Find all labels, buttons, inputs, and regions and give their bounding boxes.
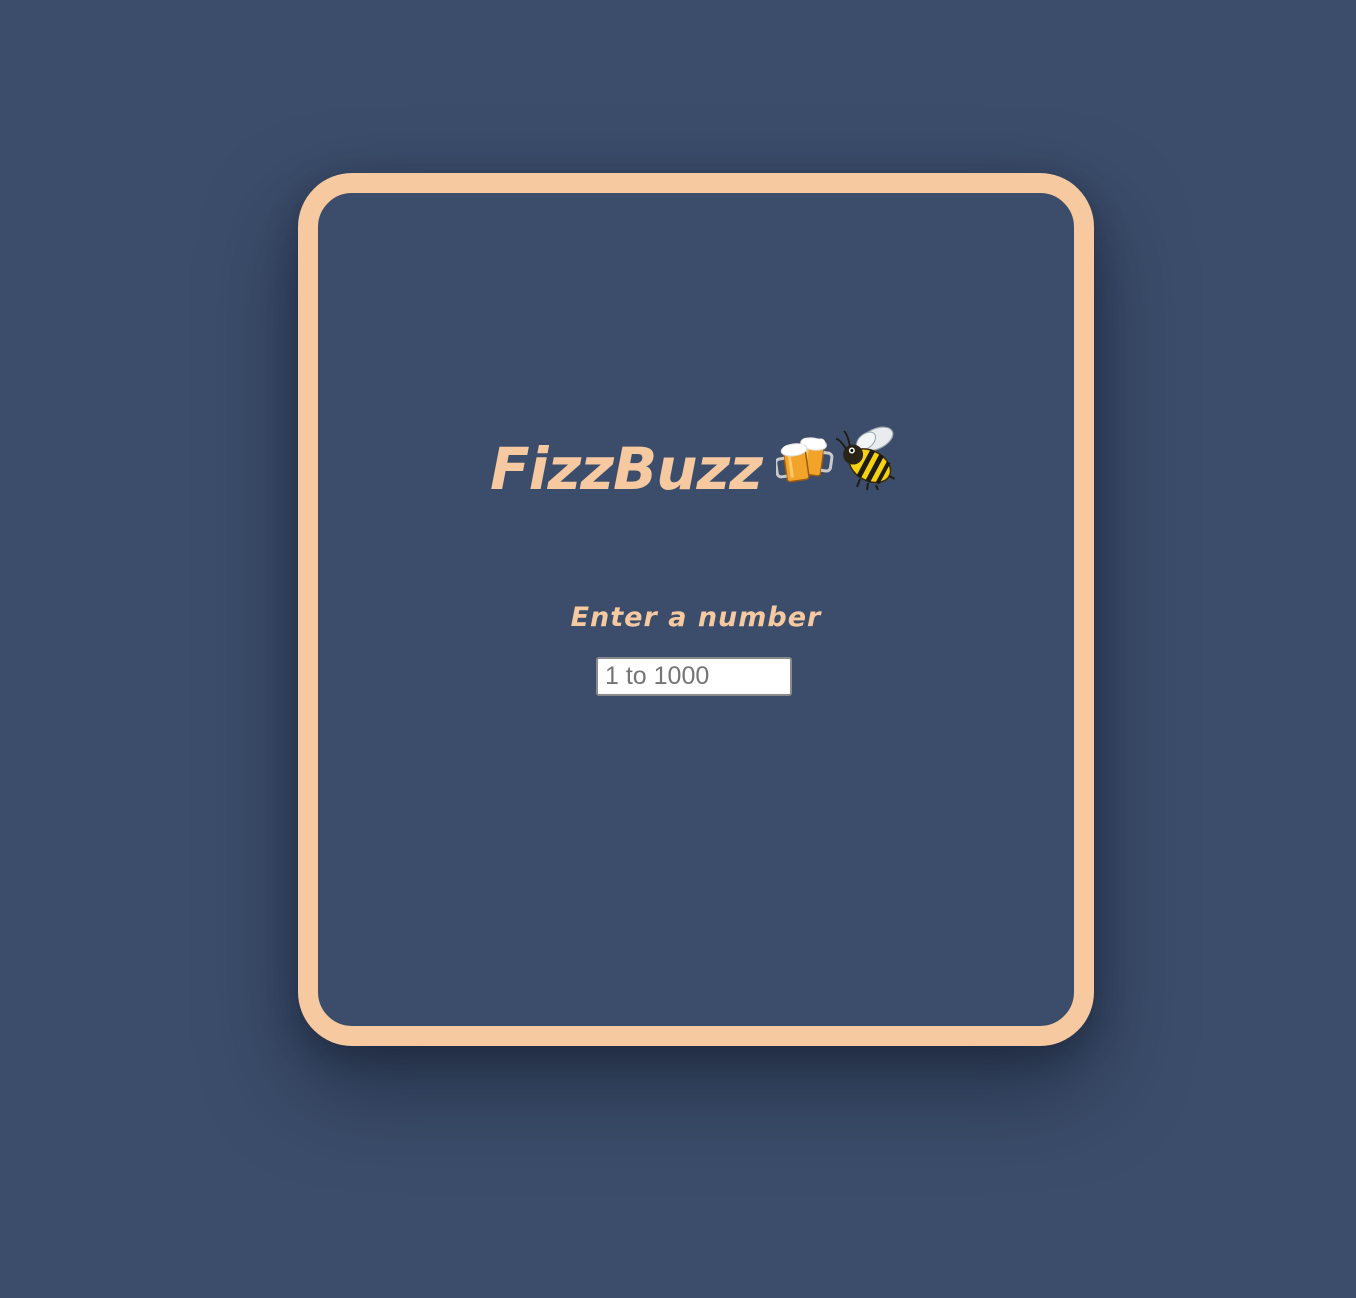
beer-mugs-icon xyxy=(774,429,836,505)
number-label: Enter a number xyxy=(570,602,822,633)
bee-icon xyxy=(835,425,902,509)
page-title-text: FizzBuzz xyxy=(489,435,763,504)
number-input[interactable] xyxy=(596,657,792,696)
fizzbuzz-card: FizzBuzz Enter a number 1 to 1000 xyxy=(298,173,1094,1046)
page-title: FizzBuzz xyxy=(318,426,1074,515)
